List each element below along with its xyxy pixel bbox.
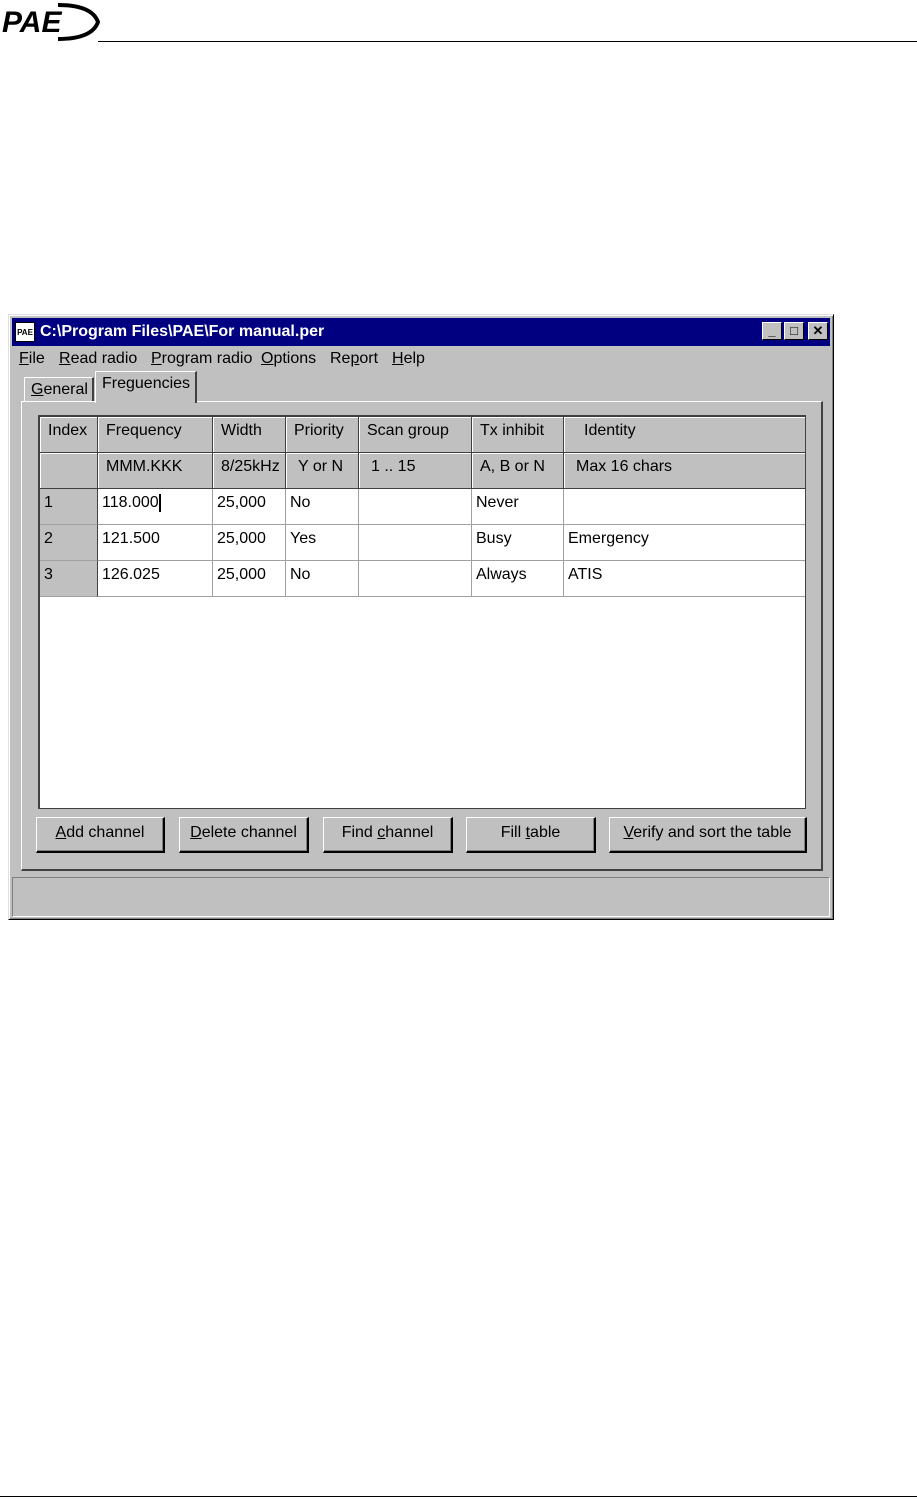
col-header-identity: Identity — [564, 417, 805, 453]
text-cursor — [158, 493, 161, 512]
cell-width[interactable]: 25,000 — [213, 525, 286, 561]
menu-report[interactable]: Report — [330, 350, 378, 368]
table-header-row: Index Frequency Width Priority Scan grou… — [40, 417, 805, 453]
format-frequency: MMM.KKK — [98, 453, 213, 489]
cell-priority[interactable]: No — [286, 561, 359, 597]
add-channel-button[interactable]: Add channel — [36, 817, 165, 853]
cell-width[interactable]: 25,000 — [213, 489, 286, 525]
tab-general[interactable]: General — [24, 377, 94, 401]
cell-identity[interactable] — [564, 489, 805, 525]
col-header-frequency: Frequency — [98, 417, 213, 453]
cell-tx-inhibit[interactable]: Never — [472, 489, 564, 525]
col-header-index: Index — [40, 417, 98, 453]
close-button[interactable]: ✕ — [808, 322, 828, 340]
verify-sort-table-button[interactable]: Verify and sort the table — [609, 817, 807, 853]
cell-scan-group[interactable] — [359, 489, 472, 525]
menu-help[interactable]: Help — [392, 350, 425, 368]
format-index — [40, 453, 98, 489]
cell-width[interactable]: 25,000 — [213, 561, 286, 597]
col-header-scan-group: Scan group — [359, 417, 472, 453]
cell-index: 1 — [40, 489, 98, 525]
page-header: PAE — [0, 0, 917, 50]
cell-frequency[interactable]: 121.500 — [98, 525, 213, 561]
menu-options[interactable]: Options — [261, 350, 316, 368]
format-scan-group: 1 .. 15 — [359, 453, 472, 489]
col-header-tx-inhibit: Tx inhibit — [472, 417, 564, 453]
cell-priority[interactable]: Yes — [286, 525, 359, 561]
cell-scan-group[interactable] — [359, 561, 472, 597]
delete-channel-button[interactable]: Delete channel — [179, 817, 309, 853]
app-icon[interactable]: PAE — [15, 322, 35, 342]
footer-rule — [0, 1496, 917, 1497]
minimize-button[interactable]: _ — [762, 322, 782, 340]
menu-program-radio[interactable]: Program radio — [151, 350, 252, 368]
cell-frequency[interactable]: 118.000 — [98, 489, 213, 525]
logo-text: PAE — [2, 6, 62, 39]
maximize-button[interactable]: □ — [784, 322, 804, 340]
menu-file[interactable]: File — [19, 350, 45, 368]
table-format-row: MMM.KKK 8/25kHz Y or N 1 .. 15 A, B or N… — [40, 453, 805, 489]
col-header-width: Width — [213, 417, 286, 453]
pae-logo: PAE — [2, 3, 100, 41]
table-row[interactable]: 3 126.025 25,000 No Always ATIS — [40, 561, 805, 597]
header-rule — [98, 41, 917, 42]
tab-frequencies[interactable]: Freguencies — [95, 371, 197, 403]
title-bar[interactable]: PAE C:\Program Files\PAE\For manual.per … — [12, 318, 830, 346]
cell-tx-inhibit[interactable]: Always — [472, 561, 564, 597]
cell-identity[interactable]: ATIS — [564, 561, 805, 597]
cell-tx-inhibit[interactable]: Busy — [472, 525, 564, 561]
cell-scan-group[interactable] — [359, 525, 472, 561]
col-header-priority: Priority — [286, 417, 359, 453]
format-identity: Max 16 chars — [564, 453, 805, 489]
cell-priority[interactable]: No — [286, 489, 359, 525]
menu-read-radio[interactable]: Read radio — [59, 350, 137, 368]
format-priority: Y or N — [286, 453, 359, 489]
cell-index: 2 — [40, 525, 98, 561]
channel-table[interactable]: Index Frequency Width Priority Scan grou… — [38, 415, 806, 809]
format-tx-inhibit: A, B or N — [472, 453, 564, 489]
cell-frequency[interactable]: 126.025 — [98, 561, 213, 597]
window-title: C:\Program Files\PAE\For manual.per — [40, 323, 325, 340]
format-width: 8/25kHz — [213, 453, 286, 489]
find-channel-button[interactable]: Find channel — [323, 817, 453, 853]
fill-table-button[interactable]: Fill table — [466, 817, 596, 853]
app-window: PAE C:\Program Files\PAE\For manual.per … — [8, 314, 834, 920]
cell-index: 3 — [40, 561, 98, 597]
table-row[interactable]: 2 121.500 25,000 Yes Busy Emergency — [40, 525, 805, 561]
table-row[interactable]: 1 118.000 25,000 No Never — [40, 489, 805, 525]
cell-identity[interactable]: Emergency — [564, 525, 805, 561]
status-bar — [12, 877, 830, 917]
